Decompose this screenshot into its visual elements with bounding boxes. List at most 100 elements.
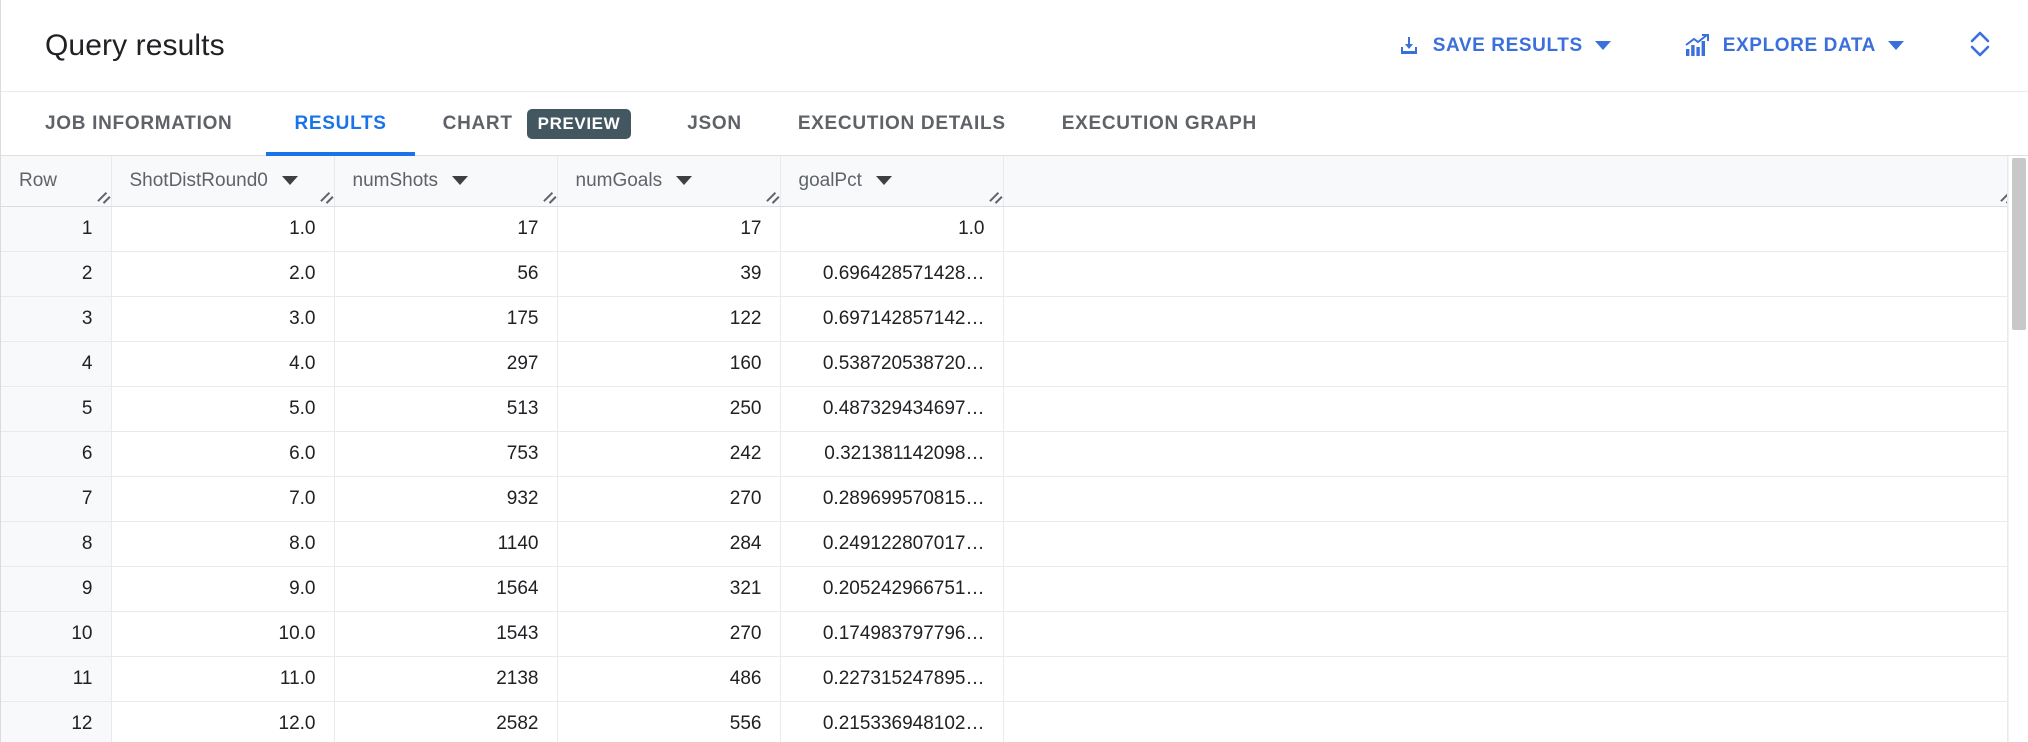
chevron-down-icon[interactable]: [875, 176, 892, 186]
results-table-body: 1 1.0 17 17 1.0 2 2.0 56 39 0.696428571428… 3 3.0 17…: [1, 206, 2015, 742]
tab-bar: JOB INFORMATION RESULTS CHART PREVIEW JS…: [1, 92, 2028, 156]
column-resize-grip[interactable]: [764, 191, 778, 205]
table-row[interactable]: 2 2.0 56 39 0.696428571428…: [1, 251, 2015, 297]
tab-execution-graph-label: EXECUTION GRAPH: [1061, 112, 1257, 134]
table-cell: 8.0: [111, 521, 335, 567]
table-cell: 284: [557, 521, 781, 567]
tab-results-label: RESULTS: [294, 112, 387, 134]
chevron-down-icon[interactable]: [452, 176, 469, 186]
column-header-numshots[interactable]: numShots: [334, 156, 558, 207]
table-cell-filler: [1003, 431, 2015, 477]
column-header-goalpct[interactable]: goalPct: [780, 156, 1004, 207]
table-cell-filler: [1003, 251, 2015, 297]
table-cell: 0.289699570815…: [780, 476, 1004, 522]
table-cell-filler: [1003, 386, 2015, 432]
table-cell: 0.696428571428…: [780, 251, 1004, 297]
tab-job-information[interactable]: JOB INFORMATION: [45, 92, 266, 155]
table-cell-filler: [1003, 476, 2015, 522]
row-number-cell: 4: [1, 341, 112, 387]
row-number-cell: 7: [1, 476, 112, 522]
table-cell: 270: [557, 611, 781, 657]
column-header-shotdistround0-label: ShotDistRound0: [129, 169, 268, 191]
table-cell: 6.0: [111, 431, 335, 477]
tab-json[interactable]: JSON: [659, 92, 770, 155]
table-cell: 175: [334, 296, 558, 342]
table-cell: 270: [557, 476, 781, 522]
table-cell: 0.174983797796…: [780, 611, 1004, 657]
table-cell: 753: [334, 431, 558, 477]
table-row[interactable]: 4 4.0 297 160 0.538720538720…: [1, 341, 2015, 387]
table-row[interactable]: 12 12.0 2582 556 0.215336948102…: [1, 701, 2015, 742]
table-cell: 0.538720538720…: [780, 341, 1004, 387]
vertical-scrollbar[interactable]: [2008, 156, 2028, 742]
save-results-button[interactable]: SAVE RESULTS: [1379, 24, 1629, 68]
tab-chart-label: CHART: [442, 112, 513, 134]
vertical-scrollbar-thumb[interactable]: [2012, 158, 2026, 330]
table-cell: 0.215336948102…: [780, 701, 1004, 742]
table-cell: 2138: [334, 656, 558, 702]
table-cell: 1.0: [111, 206, 335, 252]
table-cell: 0.227315247895…: [780, 656, 1004, 702]
table-cell: 12.0: [111, 701, 335, 742]
table-cell-filler: [1003, 656, 2015, 702]
column-resize-grip[interactable]: [987, 191, 1001, 205]
table-row[interactable]: 9 9.0 1564 321 0.205242966751…: [1, 566, 2015, 612]
table-row[interactable]: 1 1.0 17 17 1.0: [1, 206, 2015, 252]
table-row[interactable]: 7 7.0 932 270 0.289699570815…: [1, 476, 2015, 522]
table-cell: 2.0: [111, 251, 335, 297]
table-cell: 250: [557, 386, 781, 432]
table-cell: 10.0: [111, 611, 335, 657]
save-download-icon: [1397, 34, 1421, 58]
expand-collapse-button[interactable]: [1954, 20, 2006, 72]
table-cell: 11.0: [111, 656, 335, 702]
table-cell: 321: [557, 566, 781, 612]
column-header-shotdistround0[interactable]: ShotDistRound0: [111, 156, 335, 207]
table-row[interactable]: 11 11.0 2138 486 0.227315247895…: [1, 656, 2015, 702]
table-cell-filler: [1003, 206, 2015, 252]
column-header-filler: [1003, 156, 2015, 207]
table-cell: 122: [557, 296, 781, 342]
table-cell: 17: [557, 206, 781, 252]
tab-results[interactable]: RESULTS: [266, 92, 415, 156]
tab-execution-graph[interactable]: EXECUTION GRAPH: [1034, 92, 1285, 155]
results-table-container: Row ShotDistRound0 numShots numGoals goa…: [1, 156, 2028, 742]
table-cell: 1.0: [780, 206, 1004, 252]
column-header-row[interactable]: Row: [1, 156, 112, 207]
row-number-cell: 2: [1, 251, 112, 297]
column-resize-grip[interactable]: [318, 191, 332, 205]
column-header-goalpct-label: goalPct: [798, 169, 862, 191]
row-number-cell: 5: [1, 386, 112, 432]
table-cell: 1140: [334, 521, 558, 567]
explore-data-label: EXPLORE DATA: [1722, 35, 1876, 56]
table-cell: 486: [557, 656, 781, 702]
chevron-down-icon[interactable]: [676, 176, 693, 186]
column-resize-grip[interactable]: [541, 191, 555, 205]
table-cell: 39: [557, 251, 781, 297]
header-actions: SAVE RESULTS EXPLORE DATA: [1379, 20, 2006, 72]
chevron-down-icon[interactable]: [1888, 41, 1904, 50]
explore-data-button[interactable]: EXPLORE DATA: [1667, 24, 1922, 68]
table-cell: 242: [557, 431, 781, 477]
table-cell: 556: [557, 701, 781, 742]
table-cell: 3.0: [111, 296, 335, 342]
table-cell: 9.0: [111, 566, 335, 612]
results-table-header: Row ShotDistRound0 numShots numGoals goa…: [1, 156, 2015, 207]
chevron-down-icon[interactable]: [1594, 41, 1611, 50]
table-row[interactable]: 8 8.0 1140 284 0.249122807017…: [1, 521, 2015, 567]
table-row[interactable]: 5 5.0 513 250 0.487329434697…: [1, 386, 2015, 432]
row-number-cell: 8: [1, 521, 112, 567]
column-resize-grip[interactable]: [95, 191, 109, 205]
tab-execution-details[interactable]: EXECUTION DETAILS: [770, 92, 1034, 155]
chevron-down-icon[interactable]: [281, 176, 298, 186]
tab-execution-details-label: EXECUTION DETAILS: [797, 112, 1006, 134]
column-header-numshots-label: numShots: [352, 169, 439, 191]
table-row[interactable]: 3 3.0 175 122 0.697142857142…: [1, 296, 2015, 342]
table-cell: 932: [334, 476, 558, 522]
column-header-row-label: Row: [19, 169, 58, 191]
column-header-numgoals[interactable]: numGoals: [557, 156, 781, 207]
table-row[interactable]: 10 10.0 1543 270 0.174983797796…: [1, 611, 2015, 657]
tab-chart[interactable]: CHART PREVIEW: [415, 92, 660, 155]
panel-header: Query results SAVE RESULTS EXPLORE DATA: [1, 0, 2028, 92]
table-cell: 17: [334, 206, 558, 252]
table-row[interactable]: 6 6.0 753 242 0.321381142098…: [1, 431, 2015, 477]
